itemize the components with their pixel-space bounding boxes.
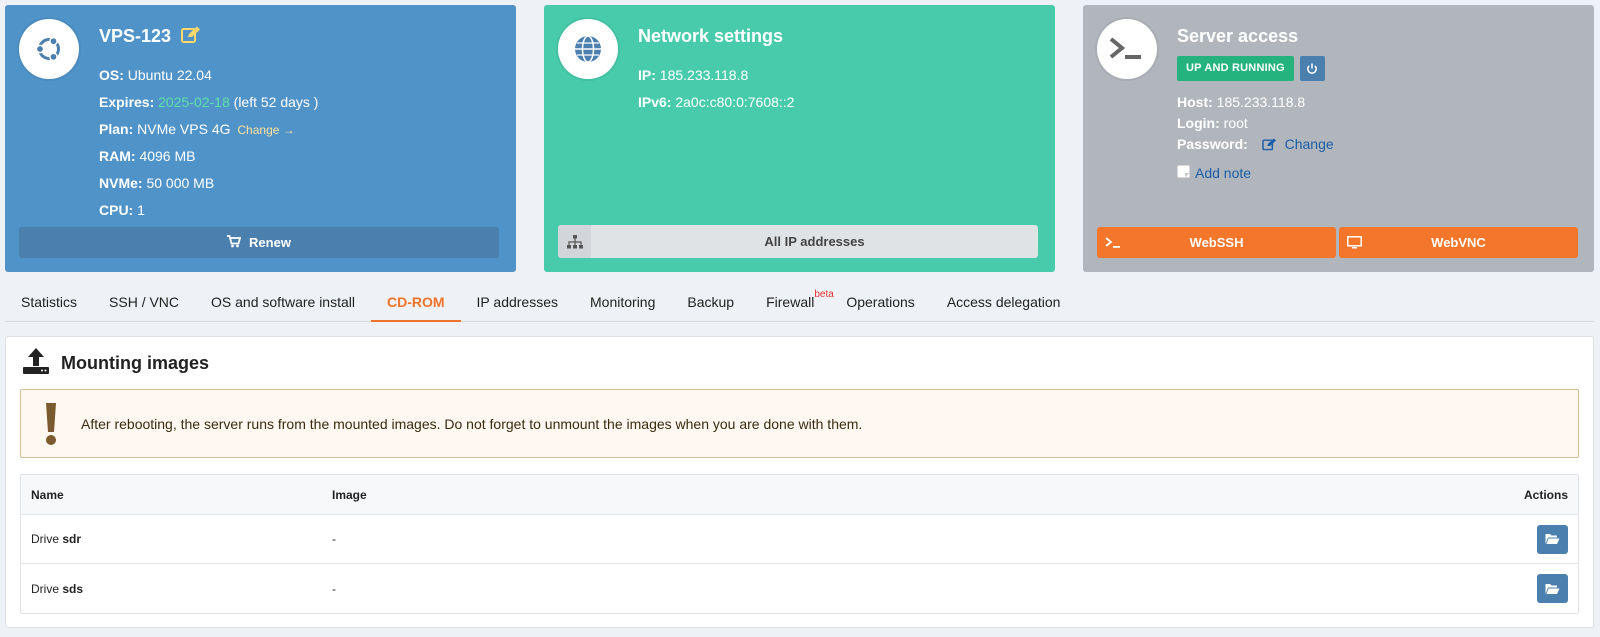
monitor-icon: [1339, 227, 1370, 258]
drives-table: Name Image Actions Drive sdr - Drive sds…: [20, 474, 1579, 614]
ip-line: IP: 185.233.118.8: [638, 67, 749, 83]
warning-alert: After rebooting, the server runs from th…: [20, 389, 1579, 458]
globe-icon: [558, 19, 618, 79]
drive-image: -: [332, 581, 336, 596]
terminal-icon: [1097, 19, 1157, 79]
status-row: UP AND RUNNING: [1177, 56, 1325, 81]
drive-name: Drive sdr: [31, 532, 82, 546]
arrow-right-icon: →: [282, 123, 295, 137]
access-title: Server access: [1177, 26, 1299, 46]
tab-operations[interactable]: Operations: [830, 282, 930, 322]
all-ip-label: All IP addresses: [764, 234, 865, 249]
sitemap-icon: [558, 225, 591, 258]
col-image: Image: [332, 487, 367, 502]
tab-ssh-vnc[interactable]: SSH / VNC: [93, 282, 195, 322]
webvnc-button[interactable]: WebVNC: [1339, 227, 1578, 258]
power-icon: [1307, 63, 1318, 74]
status-badge: UP AND RUNNING: [1177, 56, 1294, 81]
ipv6-line: IPv6: 2a0c:c80:0:7608::2: [638, 94, 795, 110]
network-card: Network settings IP: 185.233.118.8 IPv6:…: [544, 5, 1055, 272]
network-title: Network settings: [638, 26, 784, 46]
nvme-line: NVMe: 50 000 MB: [99, 175, 215, 191]
renew-button[interactable]: Renew: [19, 227, 499, 258]
tab-cd-rom[interactable]: CD-ROM: [371, 282, 461, 322]
tab-ip-addresses[interactable]: IP addresses: [461, 282, 574, 322]
upload-icon: [22, 347, 50, 380]
tab-access-delegation[interactable]: Access delegation: [931, 282, 1077, 322]
table-row: Drive sdr -: [21, 515, 1578, 564]
password-change-link[interactable]: Change: [1261, 136, 1334, 152]
password-line: Password: Change: [1177, 136, 1334, 152]
mount-image-button[interactable]: [1537, 574, 1568, 603]
tab-firewall[interactable]: Firewall beta: [750, 282, 834, 322]
exclamation-icon: [21, 402, 81, 446]
vps-info: OS: Ubuntu 22.04 Expires: 2025-02-18 (le…: [99, 62, 318, 224]
all-ip-addresses-button[interactable]: All IP addresses: [558, 225, 1038, 258]
expires-date: 2025-02-18: [158, 94, 230, 110]
note-icon: [1177, 165, 1190, 181]
folder-open-icon: [1545, 534, 1560, 544]
table-row: Drive sds -: [21, 564, 1578, 613]
drive-name: Drive sds: [31, 581, 84, 596]
tab-monitoring[interactable]: Monitoring: [574, 282, 671, 322]
drive-image: -: [332, 532, 336, 546]
server-access-card: Server access UP AND RUNNING Host: 185.2…: [1083, 5, 1594, 272]
panel-title: Mounting images: [22, 347, 209, 380]
col-name: Name: [31, 487, 64, 502]
power-button[interactable]: [1299, 56, 1325, 81]
network-info: IP: 185.233.118.8 IPv6: 2a0c:c80:0:7608:…: [638, 62, 794, 116]
terminal-icon: [1097, 227, 1128, 258]
expires-line: Expires: 2025-02-18 (left 52 days ): [99, 94, 319, 110]
access-info: Host: 185.233.118.8 Login: root Password…: [1177, 92, 1334, 155]
add-note-link[interactable]: Add note: [1177, 165, 1251, 181]
renew-label: Renew: [249, 235, 291, 250]
tab-statistics[interactable]: Statistics: [5, 282, 93, 322]
webssh-button[interactable]: WebSSH: [1097, 227, 1336, 258]
vps-name: VPS-123: [99, 26, 172, 46]
folder-open-icon: [1545, 583, 1560, 594]
warning-text: After rebooting, the server runs from th…: [81, 415, 863, 432]
mounting-images-panel: Mounting images After rebooting, the ser…: [5, 336, 1594, 628]
tab-backup[interactable]: Backup: [671, 282, 750, 322]
edit-icon[interactable]: [181, 26, 201, 49]
login-line: Login: root: [1177, 115, 1248, 131]
col-actions: Actions: [1523, 487, 1568, 502]
vps-title: VPS-123: [99, 26, 201, 49]
cart-icon: [227, 234, 242, 251]
plan-line: Plan: NVMe VPS 4G Change →: [99, 121, 295, 137]
os-line: OS: Ubuntu 22.04: [99, 67, 212, 83]
edit-icon: [1261, 138, 1276, 151]
ram-line: RAM: 4096 MB: [99, 148, 196, 164]
mount-image-button[interactable]: [1537, 524, 1568, 554]
tab-bar: Statistics SSH / VNC OS and software ins…: [5, 282, 1594, 322]
plan-change-link[interactable]: Change →: [237, 123, 294, 137]
tab-os-install[interactable]: OS and software install: [195, 282, 371, 322]
table-header: Name Image Actions: [21, 475, 1578, 515]
vps-card: VPS-123 OS: Ubuntu 22.04 Expires: 2025-0…: [5, 5, 516, 272]
ubuntu-icon: [19, 19, 79, 79]
host-line: Host: 185.233.118.8: [1177, 94, 1306, 110]
cpu-line: CPU: 1: [99, 202, 145, 218]
